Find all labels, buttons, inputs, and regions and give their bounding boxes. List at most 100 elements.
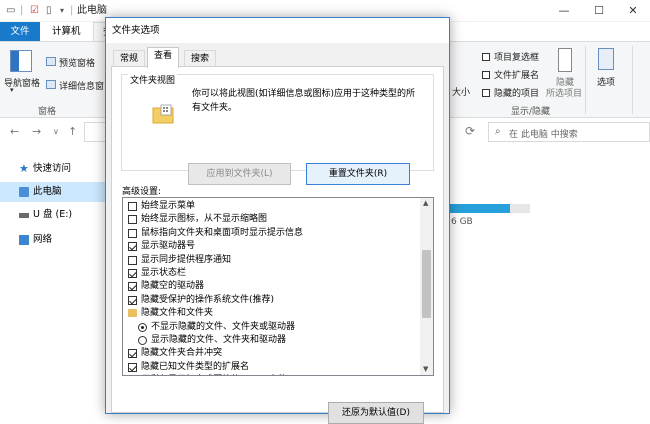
reset-folders-button[interactable]: 重置文件夹(R): [306, 163, 410, 185]
folder-options-dialog: 文件夹选项 常规 查看 搜索 文件夹视图 你可以将此视图(如详细信息或图标)应用…: [105, 17, 450, 424]
separator: |: [20, 5, 24, 16]
folder-views-legend: 文件夹视图: [128, 74, 178, 88]
forward-icon[interactable]: →: [32, 125, 41, 138]
checkbox-icon[interactable]: [482, 71, 490, 79]
search-box[interactable]: ⌕ 在 此电脑 中搜索: [488, 122, 650, 142]
folder-views-group: 文件夹视图 你可以将此视图(如详细信息或图标)应用于这种类型的所有文件夹。: [121, 74, 434, 171]
tab-computer[interactable]: 计算机: [43, 22, 90, 41]
setting-label: 隐藏文件夹合并冲突: [141, 348, 223, 359]
folder-views-description: 你可以将此视图(如详细信息或图标)应用于这种类型的所有文件夹。: [192, 89, 416, 113]
drive-usage-bar-fill: [450, 204, 510, 213]
checkbox-icon[interactable]: [128, 242, 137, 252]
size-columns-label[interactable]: 大小: [452, 85, 470, 98]
setting-label: 隐藏已知文件类型的扩展名: [141, 361, 250, 372]
checkbox-icon[interactable]: [128, 295, 137, 305]
setting-label: 隐藏文件和文件夹: [141, 308, 214, 319]
options-icon[interactable]: [598, 48, 614, 70]
radio-icon[interactable]: [138, 322, 147, 332]
scroll-down-icon[interactable]: ▼: [423, 365, 428, 373]
folder-icon: [152, 104, 174, 124]
minimize-button[interactable]: —: [547, 0, 581, 22]
window-title: 此电脑: [77, 5, 107, 16]
separator: |: [70, 5, 74, 16]
divider: [585, 46, 586, 114]
setting-label: 隐藏空的驱动器: [141, 281, 205, 292]
restore-defaults-button[interactable]: 还原为默认值(D): [328, 402, 424, 424]
hidden-items-option[interactable]: 隐藏的项目: [482, 86, 539, 99]
setting-label: 不显示隐藏的文件、文件夹或驱动器: [151, 321, 296, 332]
quick-access-dropdown-icon[interactable]: ▾: [60, 5, 64, 17]
item-checkboxes-option[interactable]: 项目复选框: [482, 50, 539, 63]
setting-label: 鼠标指向文件夹和桌面项时显示提示信息: [141, 227, 304, 238]
properties-icon[interactable]: ☑: [30, 5, 39, 17]
details-pane-button[interactable]: 详细信息窗: [59, 79, 104, 92]
nav-item-usb-drive[interactable]: U 盘 (E:): [0, 205, 110, 225]
divider: [632, 46, 633, 114]
search-icon: ⌕: [495, 126, 501, 137]
apply-to-folders-button[interactable]: 应用到文件夹(L): [188, 163, 291, 185]
advanced-settings-label: 高级设置:: [122, 187, 162, 197]
hide-selected-label2[interactable]: 所选项目: [546, 86, 582, 99]
nav-item-network[interactable]: 网络: [0, 230, 110, 250]
setting-label: 始终显示菜单: [141, 201, 196, 211]
setting-label: 显示状态栏: [141, 268, 187, 278]
navigation-pane: ★ 快速访问 此电脑 U 盘 (E:) 网络: [0, 146, 110, 414]
details-pane-icon: [46, 80, 56, 89]
setting-label: 显示驱动器号: [141, 241, 196, 252]
computer-icon: [19, 187, 29, 197]
folder-icon: [128, 309, 137, 318]
tab-search[interactable]: 搜索: [184, 50, 217, 67]
maximize-button[interactable]: ☐: [582, 0, 616, 22]
checkbox-icon[interactable]: [128, 269, 137, 278]
dialog-tab-bar: 常规 查看 搜索: [106, 43, 449, 68]
nav-item-quick-access[interactable]: ★ 快速访问: [0, 159, 110, 179]
checkbox-icon[interactable]: [128, 255, 137, 265]
close-button[interactable]: ✕: [616, 0, 650, 22]
checkbox-icon[interactable]: [482, 89, 490, 97]
chevron-down-icon[interactable]: ▾: [10, 86, 14, 94]
checkbox-icon[interactable]: [128, 202, 137, 211]
settings-scrollbar[interactable]: ▲ ▼: [420, 198, 433, 375]
address-field[interactable]: [84, 122, 106, 142]
usb-drive-icon: [19, 213, 29, 218]
preview-pane-button[interactable]: 预览窗格: [59, 56, 95, 69]
checkbox-icon[interactable]: [128, 349, 137, 359]
search-input[interactable]: 在 此电脑 中搜索: [509, 127, 578, 140]
preview-pane-icon: [46, 57, 56, 66]
checkbox-icon[interactable]: [128, 228, 137, 238]
tab-general[interactable]: 常规: [113, 50, 146, 67]
advanced-settings-list[interactable]: 始终显示菜单 始终显示图标，从不显示缩略图 鼠标指向文件夹和桌面项时显示提示信息 显示…: [122, 197, 434, 376]
radio-icon[interactable]: [138, 336, 147, 345]
refresh-icon[interactable]: ⟳: [465, 124, 475, 138]
star-icon: ★: [19, 162, 29, 175]
checkbox-icon[interactable]: [482, 53, 490, 61]
showhide-group-label: 显示/隐藏: [511, 107, 551, 117]
network-icon: [19, 235, 29, 245]
checkbox-icon[interactable]: [128, 282, 137, 292]
file-extensions-option[interactable]: 文件扩展名: [482, 68, 539, 81]
tab-file[interactable]: 文件: [0, 22, 40, 41]
tab-view[interactable]: 查看: [147, 47, 180, 68]
nav-item-this-pc[interactable]: 此电脑: [0, 182, 110, 202]
panes-group-label: 窗格: [38, 107, 57, 117]
hide-selected-icon[interactable]: [558, 48, 572, 72]
options-button[interactable]: 选项: [597, 75, 615, 88]
dialog-body: 文件夹视图 你可以将此视图(如详细信息或图标)应用于这种类型的所有文件夹。 应用…: [111, 66, 444, 424]
drive-size-text: 6 GB: [451, 217, 473, 227]
scroll-up-icon[interactable]: ▲: [423, 199, 428, 207]
nav-pane-icon[interactable]: [10, 50, 32, 72]
checkbox-icon[interactable]: [128, 362, 137, 372]
setting-label: 显示隐藏的文件、文件夹和驱动器: [151, 335, 287, 345]
new-folder-icon[interactable]: ▯: [46, 5, 52, 17]
setting-label: 用彩色显示加密或压缩的 NTFS 文件: [141, 374, 287, 375]
back-icon[interactable]: ←: [10, 125, 19, 138]
explorer-app-icon: ▭: [6, 5, 16, 16]
recent-dropdown-icon[interactable]: ∨: [53, 127, 59, 136]
up-icon[interactable]: ↑: [68, 125, 77, 138]
setting-label: 隐藏受保护的操作系统文件(推荐): [141, 294, 275, 305]
dialog-title: 文件夹选项: [106, 18, 449, 43]
scrollbar-thumb[interactable]: [422, 250, 431, 318]
setting-label: 始终显示图标，从不显示缩略图: [141, 214, 268, 225]
checkbox-icon[interactable]: [128, 215, 137, 225]
setting-label: 显示同步提供程序通知: [141, 254, 232, 265]
